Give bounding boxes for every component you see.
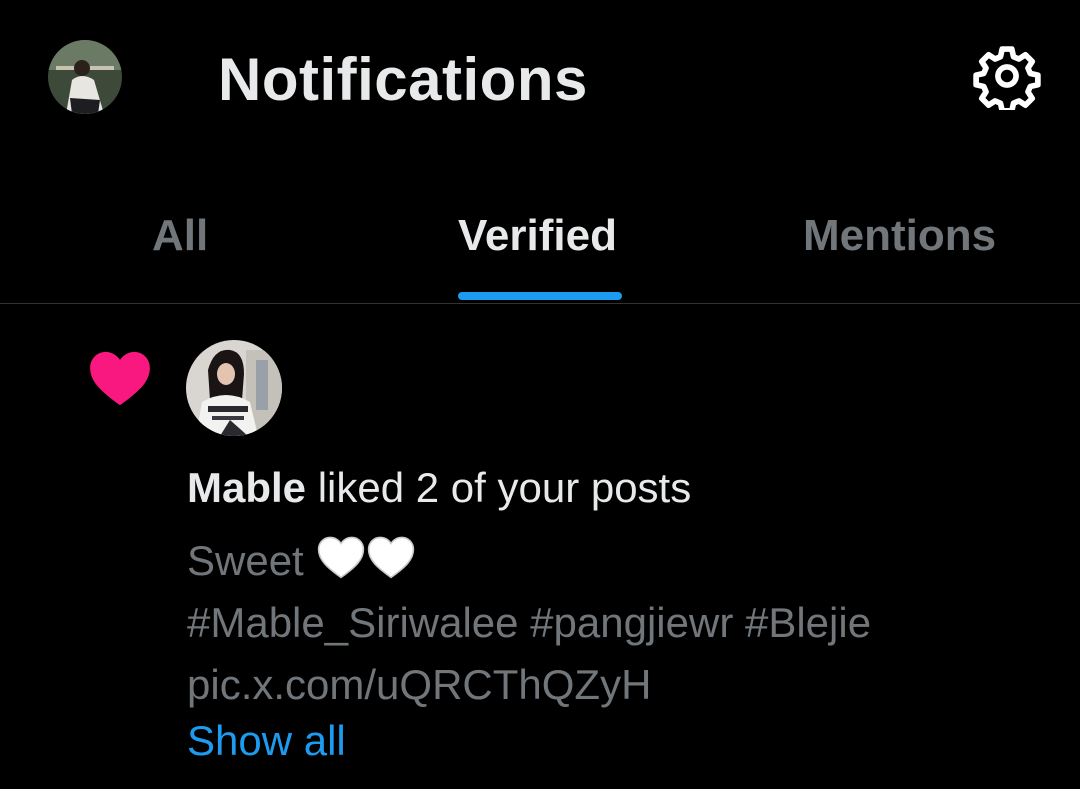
notification-item[interactable]: Mable liked 2 of your posts Sweet #Mable… xyxy=(0,304,1080,789)
post-text-line: Sweet xyxy=(187,530,1067,592)
post-text: Sweet xyxy=(187,537,304,584)
post-preview: Sweet #Mable_Siriwalee #pangjiewr #Bleji… xyxy=(187,530,1067,716)
notification-user-name[interactable]: Mable xyxy=(187,464,306,511)
tab-all[interactable]: All xyxy=(152,210,208,262)
post-link[interactable]: pic.x.com/uQRCThQZyH xyxy=(187,654,1067,716)
active-tab-indicator xyxy=(458,292,622,300)
header-bar: Notifications xyxy=(0,0,1080,160)
notification-tabs: All Verified Mentions xyxy=(0,186,1080,303)
post-hashtags: #Mable_Siriwalee #pangjiewr #Blejie xyxy=(187,599,872,646)
notification-action: liked 2 of your posts xyxy=(306,464,692,511)
tab-mentions[interactable]: Mentions xyxy=(803,210,996,262)
tab-verified[interactable]: Verified xyxy=(458,210,617,262)
page-title: Notifications xyxy=(218,46,588,113)
white-heart-icon xyxy=(367,534,415,579)
heart-icon xyxy=(88,348,152,408)
user-avatar[interactable] xyxy=(186,340,282,436)
gear-icon[interactable] xyxy=(973,42,1041,114)
notification-text: Mable liked 2 of your posts xyxy=(187,462,691,514)
show-all-link[interactable]: Show all xyxy=(187,715,346,767)
profile-avatar[interactable] xyxy=(48,40,122,114)
white-heart-icon xyxy=(317,534,365,579)
